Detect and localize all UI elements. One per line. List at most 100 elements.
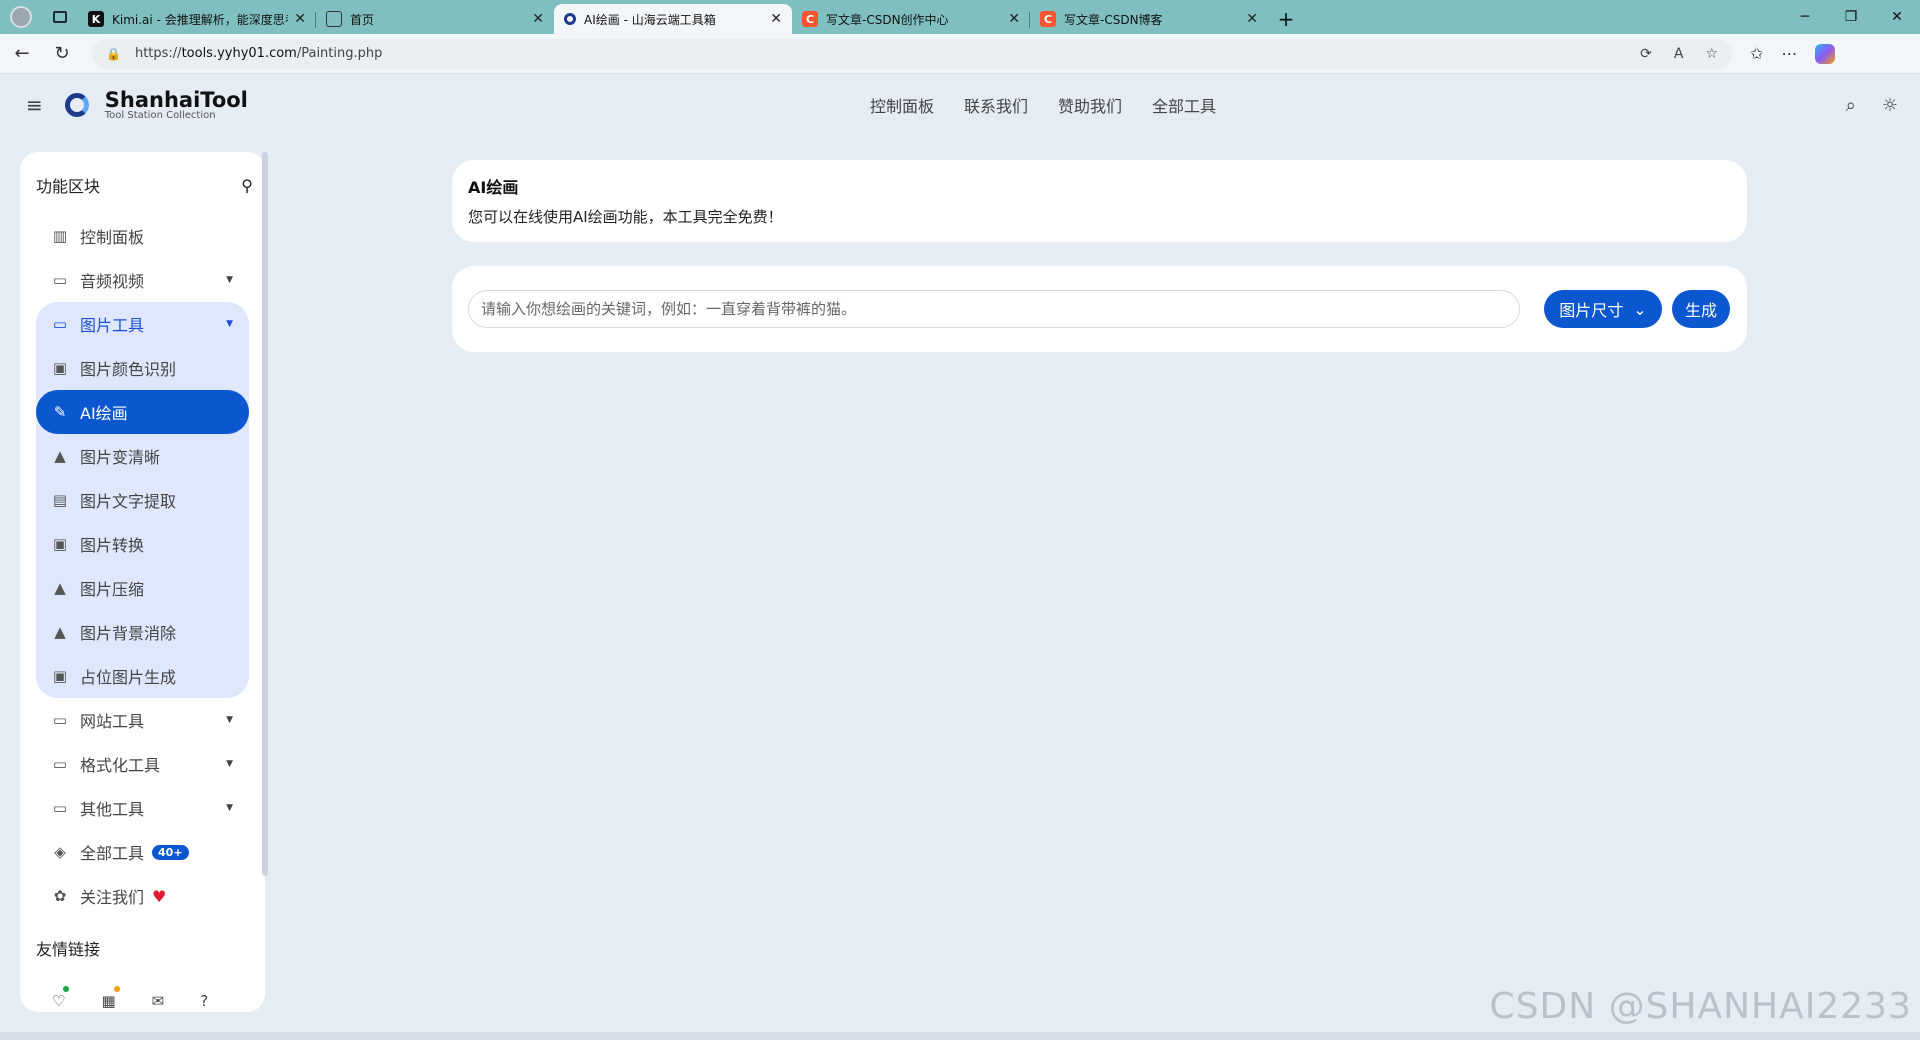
heart-outline-icon[interactable]: ♡ — [52, 986, 70, 1010]
close-tab-icon[interactable]: ✕ — [294, 11, 306, 27]
sidebar-item-compress[interactable]: ▲ 图片压缩 — [36, 566, 249, 610]
new-tab-button[interactable]: + — [1268, 4, 1304, 34]
restore-icon[interactable]: ❐ — [1828, 0, 1874, 34]
sidebar-item-label: 全部工具 — [80, 844, 145, 863]
sidebar-item-other-tools[interactable]: ▭ 其他工具 ▼ — [36, 786, 249, 830]
menu-toggle-icon[interactable]: ≡ — [26, 93, 43, 117]
close-tab-icon[interactable]: ✕ — [770, 11, 782, 27]
close-tab-icon[interactable]: ✕ — [532, 11, 544, 27]
sidebar-item-placeholder[interactable]: ▣ 占位图片生成 — [36, 654, 249, 698]
sidebar-item-label: 控制面板 — [80, 228, 145, 247]
intro-card: AI绘画 您可以在线使用AI绘画功能，本工具完全免费！ — [452, 160, 1747, 242]
image-icon: ▣ — [52, 359, 68, 377]
back-icon[interactable]: ← — [4, 38, 40, 70]
calendar-icon[interactable]: ▦ — [101, 986, 120, 1010]
folder-icon: ▭ — [52, 315, 68, 333]
sidebar-item-label: 其他工具 — [80, 800, 145, 819]
browser-tab-kimi[interactable]: K Kimi.ai - 会推理解析，能深度思考 ✕ — [78, 4, 316, 34]
caret-down-icon: ▼ — [226, 715, 233, 725]
close-window-icon[interactable]: ✕ — [1874, 0, 1920, 34]
sidebar-item-label: 关注我们 — [80, 888, 145, 907]
minimize-icon[interactable]: ─ — [1782, 0, 1828, 34]
caret-down-icon: ▼ — [226, 803, 233, 813]
sidebar-item-label: 网站工具 — [80, 712, 145, 731]
browser-tab-strip: K Kimi.ai - 会推理解析，能深度思考 ✕ 首页 ✕ AI绘画 - 山海… — [0, 0, 1920, 34]
sidebar-item-enhance[interactable]: ▲ 图片变清晰 — [36, 434, 249, 478]
help-icon[interactable]: ? — [200, 992, 208, 1010]
refresh-icon[interactable]: ↻ — [44, 38, 80, 70]
sidebar-item-ai-paint[interactable]: ✎ AI绘画 — [36, 390, 249, 434]
favorite-star-icon[interactable]: ☆ — [1705, 46, 1718, 62]
sidebar-item-label: 格式化工具 — [80, 756, 161, 775]
site-header: ≡ ShanhaiTool Tool Station Collection 控制… — [0, 74, 1920, 136]
theme-toggle-icon[interactable]: ☼ — [1882, 95, 1898, 116]
sidebar-item-label: 音频视频 — [80, 272, 145, 291]
profile-button[interactable] — [0, 0, 42, 34]
image-tools-group: ▭ 图片工具 ▼ ▣ 图片颜色识别 ✎ AI绘画 ▲ 图片变清晰 ▤ 图片文字提取 ▣ 图片转… — [36, 302, 249, 698]
sidebar-scrollbar[interactable] — [262, 152, 268, 876]
csdn-favicon-icon: C — [1040, 11, 1056, 27]
sidebar-item-label: 图片工具 — [80, 316, 145, 335]
site-logo[interactable]: ShanhaiTool Tool Station Collection — [64, 87, 248, 121]
browser-tab-csdn-blog[interactable]: C 写文章-CSDN博客 ✕ — [1030, 4, 1268, 34]
sidebar-item-label: 图片变清晰 — [80, 448, 161, 467]
translate-icon[interactable]: ⟳ — [1640, 46, 1652, 62]
sidebar-item-label: AI绘画 — [80, 404, 128, 423]
nav-sponsor[interactable]: 赞助我们 — [1058, 93, 1122, 117]
site-info-icon[interactable]: 🔒 — [106, 47, 121, 61]
sidebar-item-convert[interactable]: ▣ 图片转换 — [36, 522, 249, 566]
image-size-button[interactable]: 图片尺寸 ⌄ — [1544, 290, 1662, 328]
image-icon: ▣ — [52, 667, 68, 685]
sidebar-item-follow[interactable]: ✿ 关注我们 ♥ — [36, 874, 249, 918]
browser-tab-csdn-create[interactable]: C 写文章-CSDN创作中心 ✕ — [792, 4, 1030, 34]
tab-title: 写文章-CSDN创作中心 — [826, 12, 949, 27]
tab-actions-icon — [53, 11, 67, 23]
tab-title: 写文章-CSDN博客 — [1064, 12, 1163, 27]
nav-all-tools[interactable]: 全部工具 — [1152, 93, 1216, 117]
nav-dashboard[interactable]: 控制面板 — [870, 93, 934, 117]
chevron-down-icon: ⌄ — [1633, 299, 1647, 319]
count-badge: 40+ — [152, 844, 189, 860]
sidebar-item-all-tools[interactable]: ◈ 全部工具 40+ — [36, 830, 249, 874]
sidebar-item-label: 图片背景消除 — [80, 624, 177, 643]
sidebar-item-bg-remove[interactable]: ▲ 图片背景消除 — [36, 610, 249, 654]
image-size-label: 图片尺寸 — [1559, 301, 1624, 320]
logo-name-bold: Tool — [200, 87, 248, 112]
close-tab-icon[interactable]: ✕ — [1008, 11, 1020, 27]
browser-tab-home[interactable]: 首页 ✕ — [316, 4, 554, 34]
favorites-icon[interactable]: ✩ — [1750, 44, 1763, 63]
logo-name-part: Shanhai — [104, 87, 201, 112]
sidebar-item-image-tools[interactable]: ▭ 图片工具 ▼ — [36, 302, 249, 346]
sidebar-item-color-detect[interactable]: ▣ 图片颜色识别 — [36, 346, 249, 390]
sidebar-item-label: 图片转换 — [80, 536, 145, 555]
page-description: 您可以在线使用AI绘画功能，本工具完全免费！ — [468, 208, 783, 226]
prompt-input[interactable] — [468, 290, 1520, 328]
url-field[interactable]: 🔒 https://tools.yyhy01.com/Painting.php … — [92, 38, 1732, 69]
page-title: AI绘画 — [468, 178, 519, 197]
sidebar-item-audio-video[interactable]: ▭ 音频视频 ▼ — [36, 258, 249, 302]
caret-down-icon: ▼ — [226, 759, 233, 769]
palette-icon: ✿ — [53, 887, 67, 905]
sidebar-item-label: 占位图片生成 — [80, 668, 177, 687]
logo-mark-icon — [64, 93, 89, 117]
nav-contact[interactable]: 联系我们 — [964, 93, 1028, 117]
generate-button[interactable]: 生成 — [1672, 290, 1730, 328]
tab-title: AI绘画 - 山海云端工具箱 — [584, 12, 716, 27]
url-host: tools.yyhy01.com — [181, 46, 297, 61]
copilot-icon[interactable] — [1815, 43, 1836, 64]
watermark: CSDN @SHANHAI2233 — [1489, 986, 1912, 1027]
sidebar-item-ocr[interactable]: ▤ 图片文字提取 — [36, 478, 249, 522]
search-icon[interactable]: ⌕ — [1846, 95, 1856, 116]
more-menu-icon[interactable]: ⋯ — [1781, 44, 1797, 63]
inbox-icon[interactable]: ✉ — [152, 992, 165, 1010]
layers-icon: ◈ — [54, 843, 66, 861]
read-aloud-icon[interactable]: A — [1674, 46, 1684, 62]
sidebar-item-format-tools[interactable]: ▭ 格式化工具 ▼ — [36, 742, 249, 786]
close-tab-icon[interactable]: ✕ — [1246, 11, 1258, 27]
browser-tab-ai-paint[interactable]: AI绘画 - 山海云端工具箱 ✕ — [554, 4, 792, 34]
tab-actions-button[interactable] — [42, 0, 78, 34]
sidebar-item-dashboard[interactable]: ▥ 控制面板 — [36, 214, 249, 258]
user-icon[interactable]: ⚲ — [241, 176, 253, 195]
sidebar-item-label: 图片文字提取 — [80, 492, 177, 511]
sidebar-item-web-tools[interactable]: ▭ 网站工具 ▼ — [36, 698, 249, 742]
